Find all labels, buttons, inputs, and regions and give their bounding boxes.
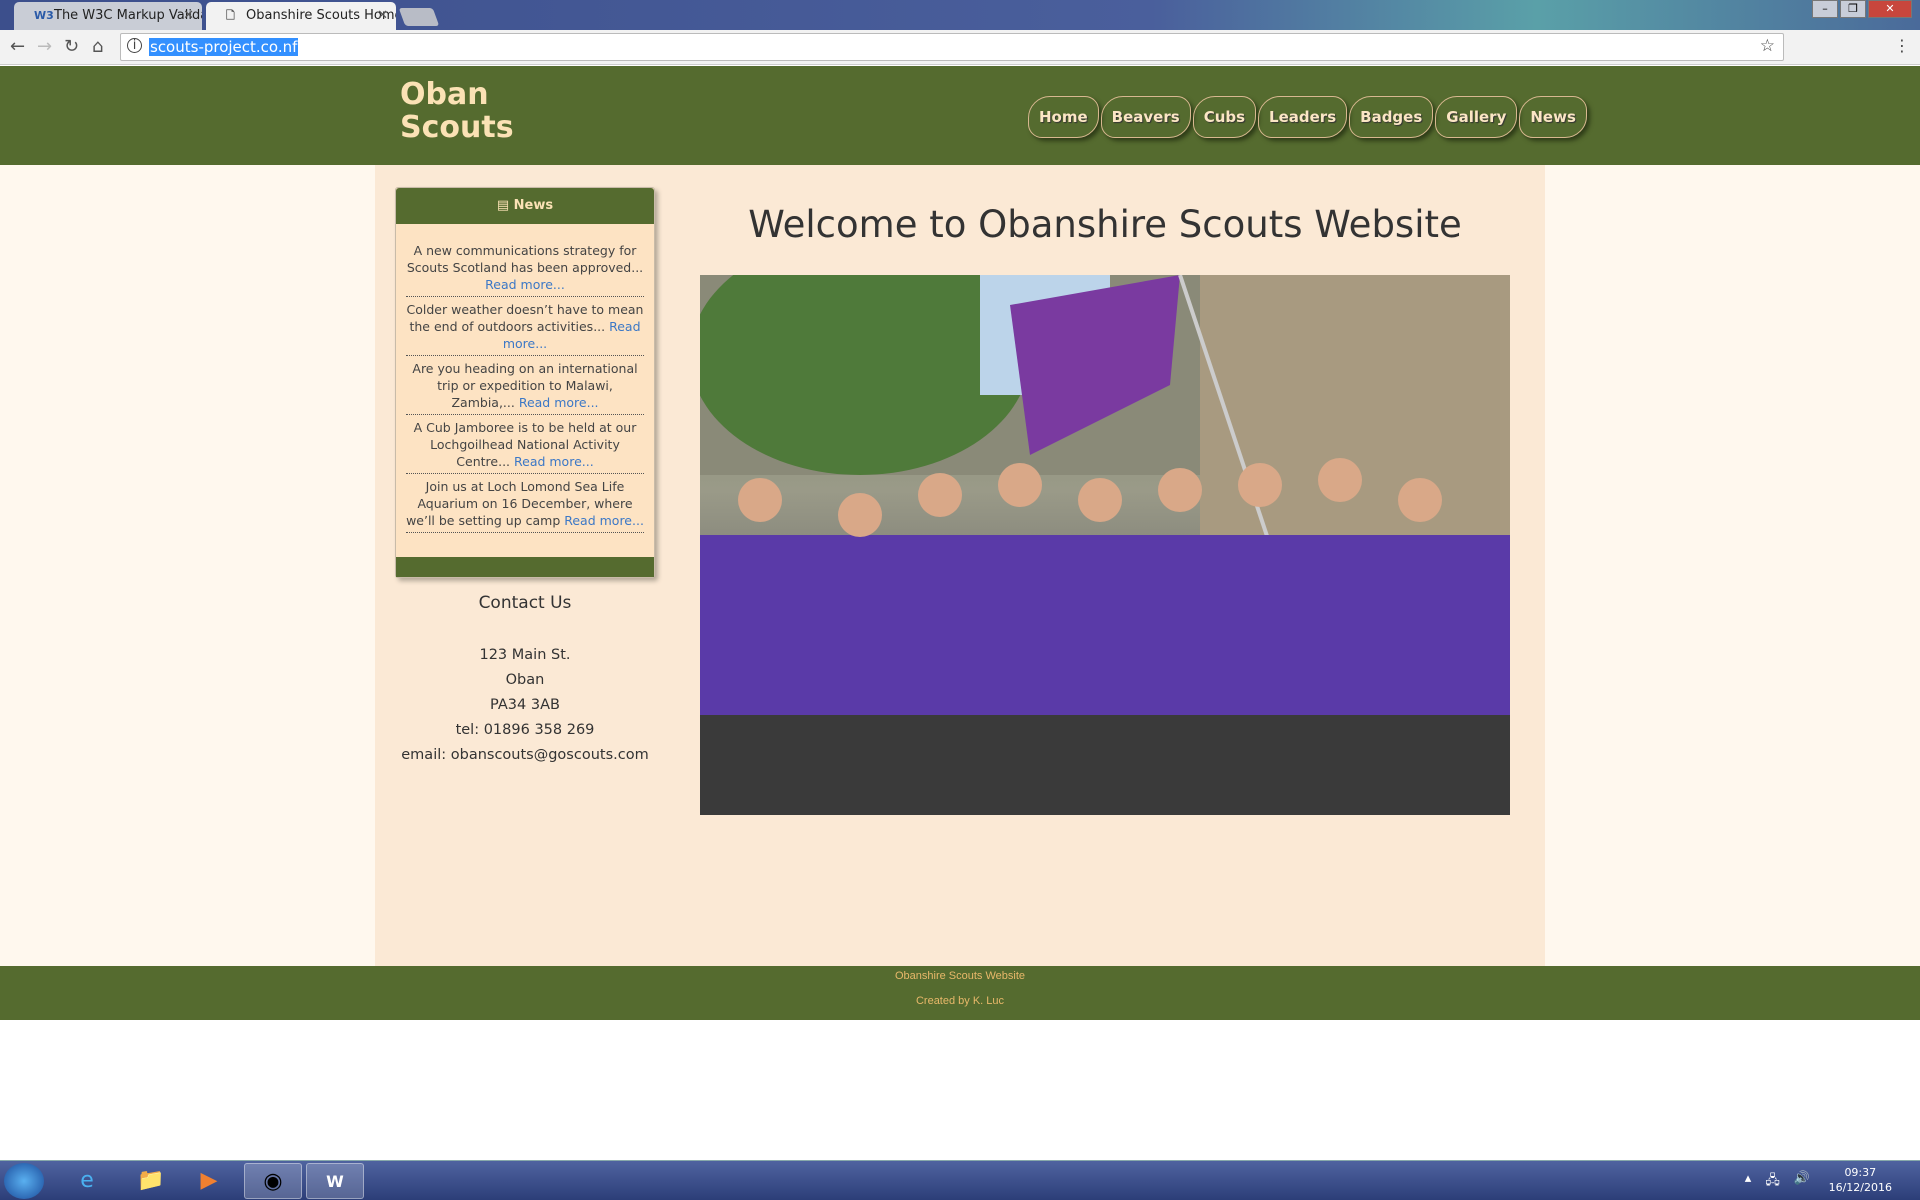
close-window-button[interactable]: ✕ <box>1868 0 1912 18</box>
network-icon[interactable]: 🖧 <box>1765 1171 1780 1193</box>
w3c-icon: W3 <box>34 9 54 22</box>
reload-icon[interactable]: ↻ <box>64 36 79 57</box>
back-icon[interactable]: ← <box>10 36 25 57</box>
news-item: A Cub Jamboree is to be held at our Loch… <box>406 415 644 474</box>
address-bar-row: ← → ↻ ⌂ i scouts-project.co.nf ☆ ⋮ <box>0 30 1920 65</box>
tab-obanshire-scouts[interactable]: 🗋 Obanshire Scouts Home ✕ <box>206 2 396 30</box>
browser-menu-icon[interactable]: ⋮ <box>1894 36 1910 55</box>
nav-cubs[interactable]: Cubs <box>1192 96 1257 138</box>
nav-gallery[interactable]: Gallery <box>1435 96 1518 138</box>
show-hidden-icons[interactable]: ▴ <box>1745 1171 1752 1193</box>
tab-w3c-validator[interactable]: W3The W3C Markup Validat ✕ <box>14 2 202 30</box>
chrome-icon[interactable]: ◉ <box>244 1163 302 1199</box>
phone: tel: 01896 358 269 <box>455 722 595 738</box>
start-button[interactable] <box>4 1163 44 1199</box>
address-line: Oban <box>505 672 545 688</box>
list-icon: ▤ <box>496 198 514 213</box>
scouts-group-photo <box>700 275 1510 815</box>
address-line: 123 Main St. <box>479 647 571 663</box>
news-panel-header: ▤ News <box>396 188 654 224</box>
bookmark-star-icon[interactable]: ☆ <box>1760 36 1775 56</box>
info-icon[interactable]: i <box>127 38 142 53</box>
close-tab-icon[interactable]: ✕ <box>183 2 194 30</box>
media-player-icon[interactable]: ▶ <box>180 1163 238 1199</box>
browser-tab-bar: W3The W3C Markup Validat ✕ 🗋 Obanshire Sco… <box>0 0 1920 30</box>
read-more-link[interactable]: Read more... <box>564 513 644 528</box>
content-column: ▤ News A new communications strategy for… <box>375 165 1545 966</box>
photo-illustration <box>700 275 1510 815</box>
news-panel: ▤ News A new communications strategy for… <box>395 187 655 578</box>
internet-explorer-icon[interactable]: e <box>58 1163 116 1199</box>
minimize-button[interactable]: – <box>1812 0 1838 18</box>
news-item: A new communications strategy for Scouts… <box>406 238 644 297</box>
nav-badges[interactable]: Badges <box>1349 96 1434 138</box>
nav-home[interactable]: Home <box>1028 96 1099 138</box>
url-input[interactable]: i scouts-project.co.nf ☆ <box>120 33 1784 61</box>
site-footer: Obanshire Scouts Website Created by K. L… <box>0 966 1920 1020</box>
nav-leaders[interactable]: Leaders <box>1258 96 1348 138</box>
main-nav: Home Beavers Cubs Leaders Badges Gallery… <box>1028 96 1587 138</box>
nav-beavers[interactable]: Beavers <box>1100 96 1191 138</box>
site-logo[interactable]: Oban Scouts <box>400 78 514 144</box>
read-more-link[interactable]: Read more... <box>519 395 599 410</box>
volume-icon[interactable]: 🔊 <box>1794 1171 1810 1193</box>
read-more-link[interactable]: Read more... <box>485 277 565 292</box>
clock[interactable]: 09:37 16/12/2016 <box>1829 1165 1892 1195</box>
maximize-button[interactable]: ❐ <box>1840 0 1866 18</box>
address-line: PA34 3AB <box>490 697 560 713</box>
site-header: Oban Scouts Home Beavers Cubs Leaders Bad… <box>0 66 1920 165</box>
nav-news[interactable]: News <box>1519 96 1587 138</box>
word-icon[interactable]: W <box>306 1163 364 1199</box>
news-item: Colder weather doesn’t have to mean the … <box>406 297 644 356</box>
close-tab-icon[interactable]: ✕ <box>377 2 388 30</box>
page-title: Welcome to Obanshire Scouts Website <box>748 203 1462 246</box>
news-item: Are you heading on an international trip… <box>406 356 644 415</box>
home-icon[interactable]: ⌂ <box>92 36 103 57</box>
taskbar: e 📁 ▶ ◉ W ▴ 🖧 🔊 09:37 16/12/2016 <box>0 1160 1920 1200</box>
file-explorer-icon[interactable]: 📁 <box>122 1163 180 1199</box>
email: email: obanscouts@goscouts.com <box>401 747 649 763</box>
news-panel-footer <box>396 557 654 577</box>
read-more-link[interactable]: Read more... <box>514 454 594 469</box>
contact-section: Contact Us 123 Main St. Oban PA34 3AB te… <box>375 593 675 768</box>
news-item: Join us at Loch Lomond Sea Life Aquarium… <box>406 474 644 533</box>
page-body: ▤ News A new communications strategy for… <box>0 165 1920 966</box>
new-tab-button[interactable] <box>398 8 440 26</box>
page-icon: 🗋 <box>226 9 235 22</box>
contact-title: Contact Us <box>478 593 572 613</box>
forward-icon[interactable]: → <box>37 36 52 57</box>
